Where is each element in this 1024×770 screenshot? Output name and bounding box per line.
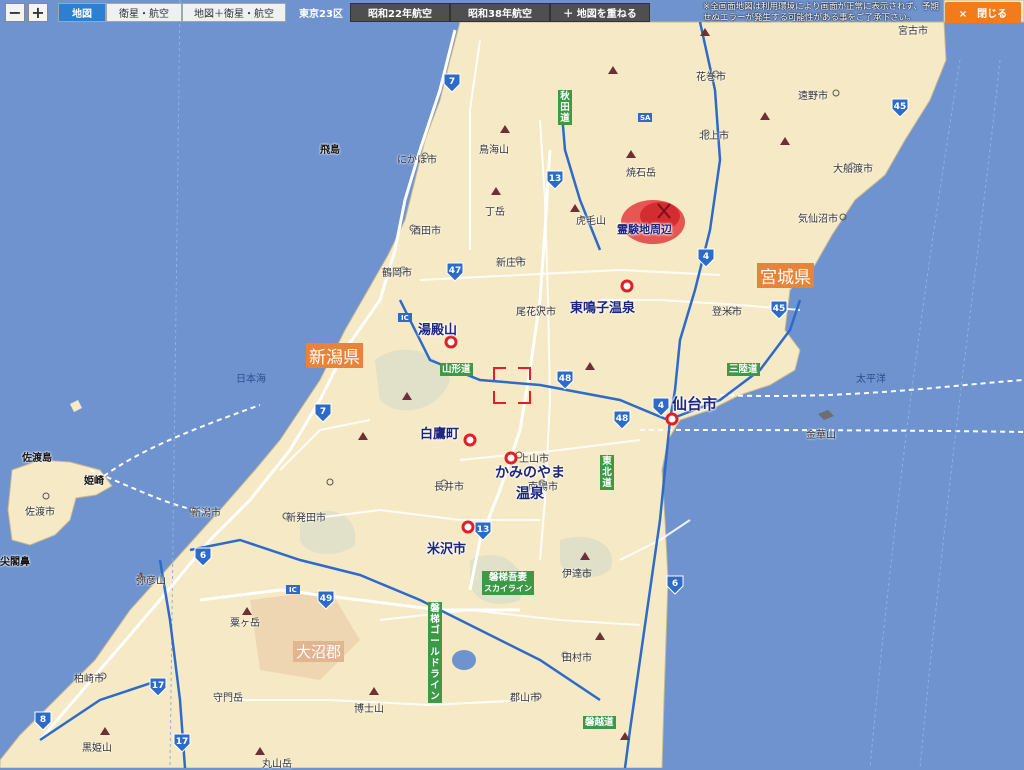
poi-label-sendai[interactable]: 仙台市 — [672, 393, 717, 414]
svg-text:45: 45 — [773, 304, 786, 314]
aerial-1947-button[interactable]: 昭和22年航空 — [350, 3, 450, 22]
place-label: 虎毛山 — [576, 216, 606, 227]
place-label: 黒姫山 — [82, 743, 112, 754]
place-label: 登米市 — [712, 307, 742, 318]
poi-label-shirataka[interactable]: 白鷹町 — [420, 423, 459, 442]
poi-marker-shirataka — [463, 433, 477, 447]
place-label-bold: 尖閣鼻 — [0, 557, 30, 568]
road-label-sanriku: 三陸道 — [727, 363, 760, 376]
road-label-line: 磐梯吾妻 — [488, 572, 527, 583]
poi-marker-higashi-naruko — [620, 279, 634, 293]
svg-text:IC: IC — [401, 314, 409, 322]
sea-label: 太平洋 — [856, 374, 886, 385]
place-label: 郡山市 — [510, 693, 540, 704]
place-label: 焼石岳 — [626, 168, 656, 179]
poi-marker-yonezawa — [461, 520, 475, 534]
poi-marker-sendai — [665, 412, 679, 426]
poi-label-higashi-naruko[interactable]: 東鳴子温泉 — [570, 297, 635, 316]
road-label-gold-line: 磐梯ゴールドライン — [428, 602, 442, 703]
area-label: 東京23区 — [299, 9, 343, 20]
svg-text:6: 6 — [672, 579, 678, 589]
place-label: 金華山 — [806, 430, 836, 441]
place-label: 気仙沼市 — [798, 214, 838, 225]
lake-inawashiro — [452, 650, 476, 670]
svg-text:48: 48 — [559, 374, 572, 384]
notice-text: ※全画面地図は利用環境により画面が正常に表示されず、予期せぬエラーが発生する可能… — [703, 2, 939, 23]
place-label: 鶴岡市 — [382, 268, 412, 279]
place-label-bold: 飛島 — [320, 145, 340, 156]
svg-text:17: 17 — [176, 737, 189, 747]
prefecture-label-onuma: 大沼郡 — [293, 641, 345, 662]
place-label: 守門岳 — [213, 693, 243, 704]
mode-tab-map[interactable]: 地図 — [58, 3, 106, 22]
road-label-bandai-azuma: 磐梯吾妻 スカイライン — [482, 571, 534, 595]
svg-text:48: 48 — [616, 414, 629, 424]
place-label: 北上市 — [699, 131, 729, 142]
aerial-1963-button[interactable]: 昭和38年航空 — [450, 3, 550, 22]
place-label-bold: 姫崎 — [84, 476, 104, 487]
place-label: 伊達市 — [562, 569, 592, 580]
prefecture-label-niigata: 新潟県 — [306, 343, 363, 368]
zoom-out-button[interactable]: − — [5, 3, 25, 22]
place-label: 柏崎市 — [74, 674, 104, 685]
road-label-tohoku: 東北道 — [600, 455, 614, 490]
poi-label-kaminoyama[interactable]: かみのやま 温泉 — [495, 463, 565, 505]
overlay-map-button[interactable]: ＋ 地図を重ねる — [550, 3, 650, 22]
svg-text:6: 6 — [200, 551, 206, 561]
svg-text:49: 49 — [320, 594, 333, 604]
svg-text:4: 4 — [658, 401, 664, 411]
close-button[interactable]: × 閉じる — [945, 2, 1021, 23]
place-label: 新庄市 — [496, 258, 526, 269]
place-label: 宮古市 — [898, 26, 928, 37]
mode-tab-satellite[interactable]: 衛星・航空 — [106, 3, 182, 22]
land-tobishima — [70, 400, 82, 412]
svg-text:8: 8 — [40, 715, 46, 725]
place-label: 酒田市 — [411, 226, 441, 237]
road-label-akita: 秋田道 — [558, 90, 572, 125]
place-label: 佐渡市 — [25, 507, 55, 518]
svg-text:47: 47 — [449, 266, 462, 276]
place-label: 長井市 — [434, 482, 464, 493]
place-label: 遠野市 — [798, 91, 828, 102]
svg-text:7: 7 — [449, 77, 455, 87]
place-label: 大船渡市 — [833, 164, 873, 175]
place-label: 新潟市 — [191, 508, 221, 519]
place-label: 弥彦山 — [136, 576, 166, 587]
road-label-banetsu: 磐越道 — [583, 716, 616, 729]
sea-label: 日本海 — [236, 374, 266, 385]
svg-text:IC: IC — [289, 586, 297, 594]
place-label: 粟ヶ岳 — [230, 618, 260, 629]
svg-text:7: 7 — [320, 407, 326, 417]
svg-text:17: 17 — [152, 681, 165, 691]
road-label-line: スカイライン — [484, 584, 532, 593]
place-label: 尾花沢市 — [516, 307, 556, 318]
poi-label-yudonosan[interactable]: 湯殿山 — [418, 319, 457, 338]
svg-text:4: 4 — [703, 252, 709, 262]
place-label: 田村市 — [562, 653, 592, 664]
svg-text:SA: SA — [640, 114, 651, 122]
road-label-yamagata: 山形道 — [440, 363, 473, 376]
place-label-bold: 佐渡島 — [22, 453, 52, 464]
poi-marker-yudonosan — [444, 335, 458, 349]
svg-text:13: 13 — [549, 174, 562, 184]
place-label: 鳥海山 — [479, 145, 509, 156]
poi-label-reiboku[interactable]: 霊験地周辺 — [617, 221, 672, 237]
svg-text:45: 45 — [894, 102, 907, 112]
svg-text:13: 13 — [477, 525, 490, 535]
place-label: 新発田市 — [286, 513, 326, 524]
prefecture-label-miyagi: 宮城県 — [757, 263, 814, 288]
route-shield: 6 — [666, 575, 684, 595]
place-label: にかほ市 — [397, 155, 437, 166]
land-kinkasan — [818, 410, 834, 420]
poi-marker-kaminoyama — [504, 451, 518, 465]
place-label: 博士山 — [354, 704, 384, 715]
zoom-in-button[interactable]: + — [28, 3, 48, 22]
poi-label-yonezawa[interactable]: 米沢市 — [427, 538, 466, 557]
place-label: 花巻市 — [696, 72, 726, 83]
mode-tab-map-satellite[interactable]: 地図＋衛星・航空 — [182, 3, 286, 22]
place-label: 丁岳 — [485, 207, 505, 218]
